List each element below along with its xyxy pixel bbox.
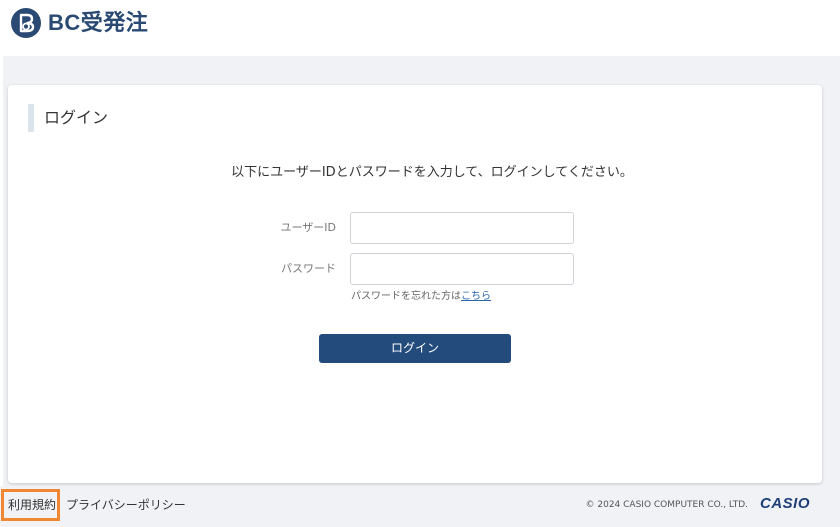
- forgot-password-link[interactable]: こちら: [461, 291, 491, 302]
- user-id-label: ユーザーID: [280, 221, 337, 234]
- card-title-accent: [28, 104, 34, 132]
- forgot-password-text: パスワードを忘れた方は: [351, 291, 461, 302]
- password-label: パスワード: [281, 262, 336, 275]
- forgot-password: パスワードを忘れた方はこちら: [351, 290, 491, 304]
- bc-logo-icon: [11, 8, 41, 38]
- login-instruction: 以下にユーザーIDとパスワードを入力して、ログインしてください。: [0, 163, 840, 183]
- casio-logo: CASIO: [760, 495, 811, 512]
- page-title: ログイン: [44, 108, 109, 127]
- password-input[interactable]: [350, 253, 574, 285]
- copyright-text: © 2024 CASIO COMPUTER CO., LTD.: [585, 500, 748, 510]
- login-button[interactable]: ログイン: [319, 334, 511, 363]
- user-id-input[interactable]: [350, 212, 574, 244]
- privacy-policy-link[interactable]: プライバシーポリシー: [66, 497, 186, 513]
- app-logo-text: BC受発注: [48, 10, 149, 35]
- app-header: BC受発注: [0, 0, 840, 56]
- login-instruction-text: 以下にユーザーIDとパスワードを入力して、ログインしてください。: [231, 165, 633, 180]
- terms-link[interactable]: 利用規約: [8, 497, 56, 513]
